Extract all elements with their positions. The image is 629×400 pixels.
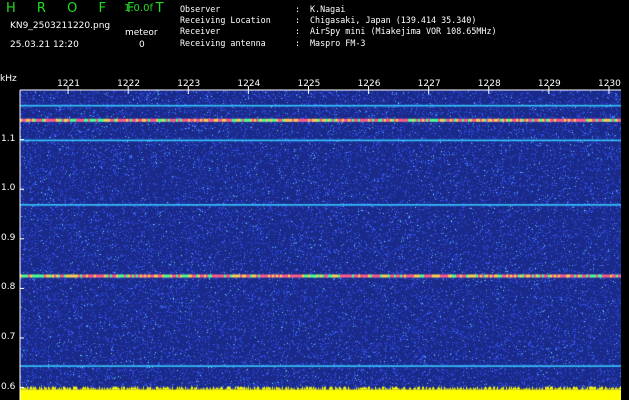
x-tick-label: 1229 [537, 79, 561, 89]
y-tick-label: 0.9 [1, 232, 16, 243]
chart-axes [19, 86, 621, 400]
x-tick-label: 1226 [357, 79, 381, 89]
y-tick-label: 0.6 [1, 381, 16, 392]
y-tick-label: 1.1 [1, 133, 16, 144]
x-tick-label: 1221 [57, 79, 80, 89]
x-tick-label: 1230 [597, 79, 621, 89]
y-tick-label: 0.8 [1, 282, 16, 293]
x-tick-label: 1224 [237, 79, 261, 89]
x-tick-label: 1223 [177, 79, 201, 89]
x-tick-label: 1222 [117, 79, 141, 89]
y-tick-label: 0.7 [1, 332, 16, 342]
x-tick-label: 1225 [297, 79, 321, 89]
x-tick-label: 1228 [477, 79, 501, 89]
x-tick-label: 1227 [417, 79, 441, 89]
y-tick-label: 1.0 [1, 183, 16, 194]
